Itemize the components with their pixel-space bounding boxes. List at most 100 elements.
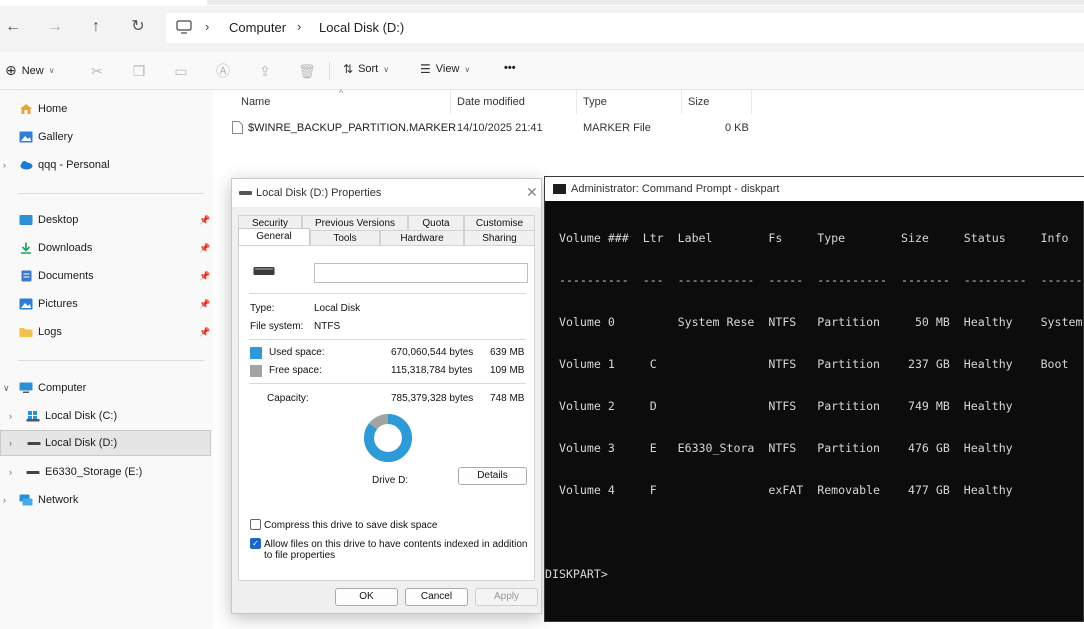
sidebar-item-documents[interactable]: Documents 📌 — [0, 263, 211, 289]
console-output[interactable]: Volume ### Ltr Label Fs Type Size Status… — [545, 203, 1084, 609]
drive-letter-label: Drive D: — [372, 475, 409, 486]
back-icon[interactable]: ← — [3, 17, 23, 37]
pin-icon[interactable]: 📌 — [199, 243, 210, 254]
console-line: Volume 3 E E6330_Stora NTFS Partition 47… — [545, 441, 1013, 455]
file-type: MARKER File — [583, 122, 651, 134]
tab-strip — [207, 0, 1084, 5]
chevron-right-icon[interactable]: › — [9, 411, 12, 421]
column-divider[interactable] — [576, 90, 577, 114]
more-options-button[interactable]: ••• — [504, 62, 516, 74]
copy-icon[interactable]: ❐ — [130, 62, 148, 80]
tab-customise[interactable]: Customise — [464, 215, 535, 231]
chevron-down-icon: ∨ — [48, 66, 55, 75]
chevron-right-icon[interactable]: › — [9, 467, 12, 477]
column-header-date[interactable]: Date modified — [457, 96, 525, 108]
column-header-name[interactable]: Name — [241, 96, 270, 108]
sidebar-item-downloads[interactable]: Downloads 📌 — [0, 235, 211, 261]
cmd-title-bar[interactable]: Administrator: Command Prompt - diskpart — [545, 177, 1084, 201]
sidebar-item-desktop[interactable]: Desktop 📌 — [0, 207, 211, 233]
refresh-icon[interactable]: ↻ — [128, 17, 148, 37]
column-header-size[interactable]: Size — [688, 96, 709, 108]
column-divider[interactable] — [450, 90, 451, 114]
forward-icon[interactable]: → — [45, 17, 65, 37]
rename-icon[interactable]: Ⓐ — [214, 62, 232, 80]
chevron-right-icon[interactable]: › — [3, 160, 6, 170]
sidebar-item-network[interactable]: › Network — [0, 487, 211, 513]
file-date: 14/10/2025 21:41 — [457, 122, 543, 134]
sidebar-item-onedrive[interactable]: › qqq - Personal — [0, 152, 211, 178]
chevron-right-icon[interactable]: › — [3, 495, 6, 505]
share-icon[interactable]: ⇪ — [256, 62, 274, 80]
compress-checkbox[interactable] — [250, 519, 261, 530]
free-space-label: Free space: — [269, 365, 322, 376]
tab-hardware[interactable]: Hardware — [380, 230, 464, 246]
sidebar-item-home[interactable]: Home — [0, 96, 211, 122]
sidebar-item-label: Logs — [38, 326, 62, 338]
sidebar-item-logs[interactable]: Logs 📌 — [0, 319, 211, 345]
dialog-title: Local Disk (D:) Properties — [256, 187, 382, 199]
tab-tools[interactable]: Tools — [310, 230, 380, 246]
drive-properties-dialog: Local Disk (D:) Properties ✕ Security Pr… — [231, 178, 542, 614]
capacity-label: Capacity: — [267, 393, 309, 404]
tab-sharing[interactable]: Sharing — [464, 230, 535, 246]
file-system-label: File system: — [250, 321, 304, 332]
sidebar-item-local-disk-c[interactable]: › Local Disk (C:) — [0, 403, 211, 429]
pin-icon[interactable]: 📌 — [199, 215, 210, 226]
ok-button[interactable]: OK — [335, 588, 398, 606]
view-label: View — [435, 63, 460, 75]
tab-previous-versions[interactable]: Previous Versions — [302, 215, 408, 231]
sidebar-item-label: Local Disk (C:) — [45, 410, 118, 422]
console-line: Volume 4 F exFAT Removable 477 GB Health… — [545, 483, 1013, 497]
sidebar-item-label: Desktop — [38, 214, 79, 226]
view-button[interactable]: ☰ View ∨ — [420, 62, 470, 76]
tab-general[interactable]: General — [238, 228, 310, 246]
up-icon[interactable]: ↑ — [86, 17, 106, 37]
address-bar: ← → ↑ ↻ › Computer › Local Disk (D:) — [0, 0, 1084, 52]
chevron-right-icon[interactable]: › — [9, 438, 12, 448]
drive-name-input[interactable] — [314, 263, 528, 283]
sidebar-item-e6330-storage[interactable]: › E6330_Storage (E:) — [0, 459, 211, 485]
plus-circle-icon: ⊕ — [5, 62, 17, 78]
used-space-bytes: 670,060,544 bytes — [391, 347, 474, 358]
sort-button[interactable]: ⇅ Sort ∨ — [343, 62, 389, 76]
free-space-size: 109 MB — [490, 365, 525, 376]
cut-icon[interactable]: ✂ — [88, 62, 106, 80]
column-divider[interactable] — [751, 90, 752, 114]
chevron-down-icon[interactable]: ∨ — [3, 383, 10, 394]
sidebar-item-local-disk-d[interactable]: › Local Disk (D:) — [0, 430, 211, 456]
sidebar-item-label: Computer — [38, 382, 87, 394]
dialog-title-bar[interactable]: Local Disk (D:) Properties ✕ — [232, 179, 541, 207]
type-value: Local Disk — [314, 303, 361, 314]
file-icon — [232, 121, 243, 134]
sidebar-item-pictures[interactable]: Pictures 📌 — [0, 291, 211, 317]
tab-quota[interactable]: Quota — [408, 215, 464, 231]
new-button[interactable]: ⊕ New ∨ — [5, 62, 55, 79]
sidebar-item-gallery[interactable]: Gallery — [0, 124, 211, 150]
pin-icon[interactable]: 📌 — [199, 271, 210, 282]
free-space-bytes: 115,318,784 bytes — [391, 365, 473, 376]
home-icon — [20, 104, 32, 114]
cancel-button[interactable]: Cancel — [405, 588, 468, 606]
apply-button[interactable]: Apply — [475, 588, 538, 606]
column-label: Name — [241, 96, 271, 108]
address-box[interactable] — [166, 13, 1084, 43]
sidebar-item-label: E6330_Storage (E:) — [45, 466, 143, 478]
close-icon[interactable]: ✕ — [526, 184, 538, 201]
pin-icon[interactable]: 📌 — [199, 299, 210, 310]
column-divider[interactable] — [681, 90, 682, 114]
cmd-icon — [553, 184, 566, 194]
breadcrumb-computer[interactable]: Computer — [229, 20, 286, 35]
navigation-pane: Home Gallery › qqq - Personal Desktop 📌 … — [0, 90, 213, 629]
index-checkbox[interactable]: ✓ — [250, 538, 261, 549]
folder-icon — [19, 328, 33, 337]
sidebar-item-computer[interactable]: ∨ Computer — [0, 375, 211, 401]
console-line: Volume ### Ltr Label Fs Type Size Status… — [545, 231, 1069, 245]
column-header-type[interactable]: Type — [583, 96, 607, 108]
paste-icon[interactable]: ▭ — [172, 62, 190, 80]
pin-icon[interactable]: 📌 — [199, 327, 210, 338]
delete-icon[interactable]: 🗑 — [298, 62, 316, 80]
details-button[interactable]: Details — [458, 467, 527, 485]
file-system-value: NTFS — [314, 321, 341, 332]
breadcrumb-local-disk-d[interactable]: Local Disk (D:) — [319, 20, 404, 35]
